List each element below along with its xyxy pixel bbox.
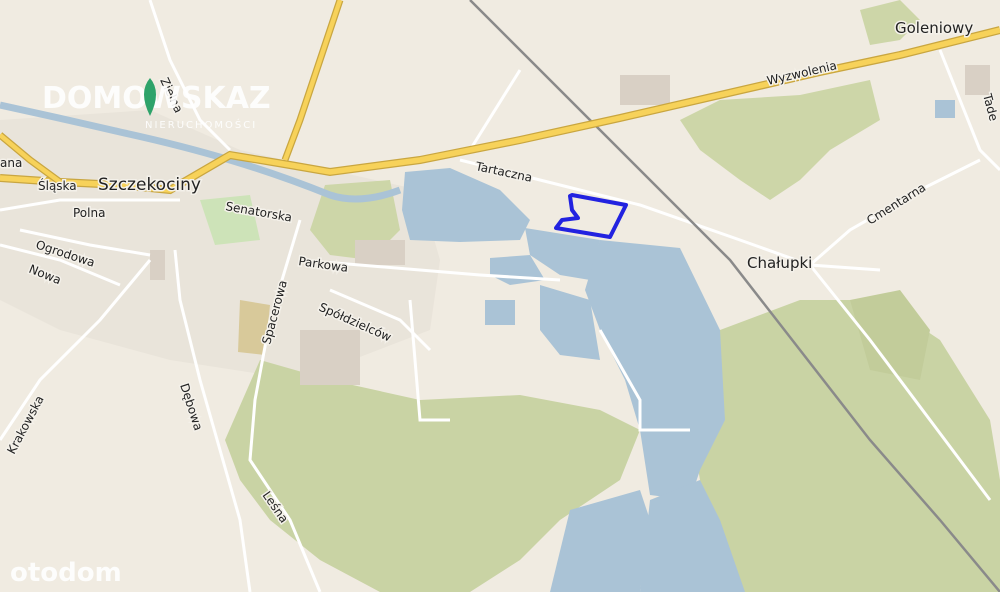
building-block	[150, 250, 165, 280]
street-label-slaska: Śląska	[38, 178, 77, 193]
building-block	[620, 75, 670, 105]
place-label-szczekociny: Szczekociny	[98, 175, 201, 195]
street-label-polna: Polna	[73, 206, 105, 220]
watermark-domowskaz-text: DOMOWSKAZ	[42, 81, 271, 116]
map-canvas[interactable]: Szczekociny Goleniowy Chałupki Wyzwoleni…	[0, 0, 1000, 592]
street-label-ana: ana	[0, 156, 22, 170]
building-block	[355, 240, 405, 265]
building-block	[300, 330, 360, 385]
pond-small	[485, 300, 515, 325]
watermark-otodom: otodom	[10, 558, 122, 588]
place-label-chalupki: Chałupki	[747, 254, 812, 272]
watermark-domowskaz-sub: NIERUCHOMOŚCI	[145, 118, 257, 131]
building-block	[965, 65, 990, 95]
pond-east	[935, 100, 955, 118]
place-label-goleniowy: Goleniowy	[895, 19, 973, 37]
map-view[interactable]: Szczekociny Goleniowy Chałupki Wyzwoleni…	[0, 0, 1000, 592]
